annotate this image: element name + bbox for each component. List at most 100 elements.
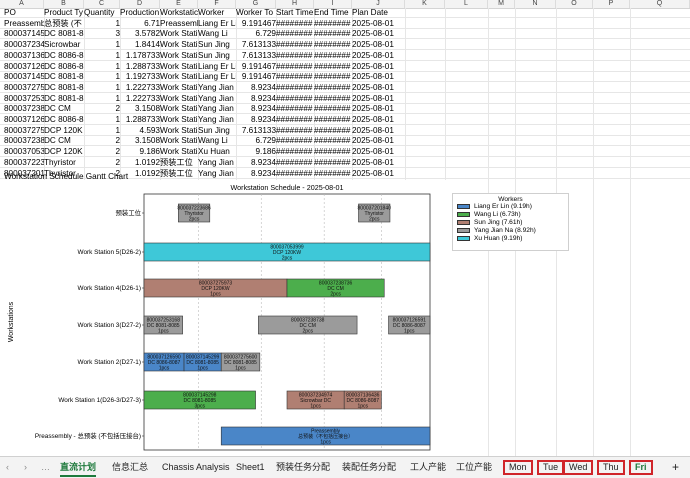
data-cell[interactable]: 2025-08-01 [352, 72, 404, 82]
next-sheet-icon[interactable]: › [24, 460, 27, 475]
data-cell[interactable]: 800037275 [4, 126, 44, 136]
data-cell[interactable]: 1.222733 [120, 83, 160, 93]
data-cell[interactable]: DCP 120K [44, 126, 84, 136]
column-header-i[interactable]: I [314, 0, 352, 8]
data-cell[interactable]: ######## [314, 158, 352, 168]
data-cell[interactable]: 2025-08-01 [352, 94, 404, 104]
column-header-p[interactable]: P [593, 0, 630, 8]
data-cell[interactable]: ######## [314, 40, 352, 50]
data-cell[interactable]: 2025-08-01 [352, 19, 404, 29]
data-cell[interactable]: DC 8086-8 [44, 115, 84, 125]
data-cell[interactable]: Wang Li [198, 136, 236, 146]
data-cell[interactable]: 8.9234 [236, 115, 276, 125]
data-cell[interactable]: 1.192733 [120, 72, 160, 82]
data-cell[interactable]: 2025-08-01 [352, 104, 404, 114]
data-cell[interactable]: DC 8081-8 [44, 83, 84, 93]
column-header-m[interactable]: M [488, 0, 515, 8]
sheet-tab[interactable]: Chassis Analysis [162, 460, 230, 475]
data-cell[interactable]: Sicrowbar [44, 40, 84, 50]
data-cell[interactable]: ######## [276, 104, 314, 114]
sheet-tab[interactable]: 预装任务分配 [276, 460, 330, 475]
data-cell[interactable]: 2025-08-01 [352, 126, 404, 136]
data-cell[interactable]: 6.71 [120, 19, 160, 29]
data-cell[interactable]: Yang Jian [198, 83, 236, 93]
header-cell[interactable]: Worker [198, 8, 236, 18]
data-cell[interactable]: ######## [276, 169, 314, 179]
header-cell[interactable]: Plan Date [352, 8, 404, 18]
data-cell[interactable]: 9.191467 [236, 19, 276, 29]
sheet-tab[interactable]: Tue [537, 460, 565, 475]
data-cell[interactable]: ######## [276, 19, 314, 29]
header-cell[interactable]: Production [120, 8, 160, 18]
sheet-tab[interactable]: 装配任务分配 [342, 460, 396, 475]
data-cell[interactable]: ######## [314, 62, 352, 72]
column-header-b[interactable]: B [44, 0, 84, 8]
header-cell[interactable]: End Time [314, 8, 352, 18]
data-cell[interactable]: 1 [84, 83, 120, 93]
data-cell[interactable]: 6.729 [236, 29, 277, 39]
data-cell[interactable]: 3.1508 [120, 136, 160, 146]
sheet-tab[interactable]: Thu [597, 460, 625, 475]
header-cell[interactable]: Workstatic [160, 8, 198, 18]
data-cell[interactable]: ######## [314, 29, 352, 39]
column-header-q[interactable]: Q [630, 0, 690, 8]
data-cell[interactable]: Work Stati [160, 40, 198, 50]
data-cell[interactable]: 8.9234 [236, 94, 276, 104]
data-cell[interactable]: 800037145 [4, 72, 44, 82]
data-cell[interactable]: 1 [84, 19, 120, 29]
data-cell[interactable]: 1.178733 [120, 51, 160, 61]
data-cell[interactable]: ######## [314, 83, 352, 93]
data-cell[interactable]: ######## [314, 136, 352, 146]
data-cell[interactable]: Wang Li [198, 29, 236, 39]
data-cell[interactable]: Sun Jing [198, 51, 236, 61]
data-cell[interactable]: DC 8086-8 [44, 51, 84, 61]
data-cell[interactable]: 8.9234 [236, 104, 276, 114]
data-cell[interactable]: 2 [84, 104, 120, 114]
data-cell[interactable]: ######## [276, 29, 314, 39]
data-cell[interactable]: ######## [276, 62, 314, 72]
column-header-j[interactable]: J [352, 0, 405, 8]
data-cell[interactable]: 9.191467 [236, 62, 276, 72]
data-cell[interactable]: ######## [314, 126, 352, 136]
data-cell[interactable]: 2025-08-01 [352, 83, 404, 93]
data-cell[interactable]: ######## [314, 51, 352, 61]
data-cell[interactable]: 3 [84, 29, 120, 39]
data-cell[interactable]: Preassemb [160, 19, 198, 29]
more-sheets-icon[interactable]: … [41, 460, 50, 475]
data-cell[interactable]: Work Stati [160, 83, 198, 93]
data-cell[interactable]: 9.186 [120, 147, 161, 157]
data-cell[interactable]: 7.613133 [236, 51, 276, 61]
data-cell[interactable]: Preassemb [4, 19, 44, 29]
data-cell[interactable]: ######## [276, 126, 314, 136]
data-cell[interactable]: 800037238 [4, 136, 44, 146]
sheet-tab[interactable]: 工人产能 [410, 460, 446, 475]
data-cell[interactable]: 8.9234 [236, 83, 276, 93]
data-cell[interactable]: ######## [314, 104, 352, 114]
sheet-tab[interactable]: 工位产能 [456, 460, 492, 475]
data-cell[interactable]: DC 8086-8 [44, 62, 84, 72]
data-cell[interactable]: 3.5782 [120, 29, 160, 39]
sheet-tab[interactable]: Fri [629, 460, 653, 475]
data-cell[interactable]: 9.186 [236, 147, 277, 157]
column-header-a[interactable]: A [0, 0, 44, 8]
data-cell[interactable]: 1 [84, 62, 120, 72]
data-cell[interactable]: DC 8081-8 [44, 29, 84, 39]
data-cell[interactable]: Liang Er Li [198, 72, 236, 82]
data-cell[interactable]: 2025-08-01 [352, 115, 404, 125]
data-cell[interactable]: 1 [84, 51, 120, 61]
data-cell[interactable]: 2025-08-01 [352, 147, 404, 157]
data-cell[interactable]: Work Stati [160, 147, 198, 157]
data-cell[interactable]: DC CM [44, 104, 84, 114]
data-cell[interactable]: 800037234 [4, 40, 44, 50]
sheet-tab[interactable]: 信息汇总 [112, 460, 148, 475]
data-cell[interactable]: Sun Jing [198, 40, 236, 50]
data-cell[interactable]: ######## [276, 136, 314, 146]
column-header-o[interactable]: O [556, 0, 593, 8]
data-cell[interactable]: ######## [276, 115, 314, 125]
sheet-tab[interactable]: Wed [563, 460, 594, 475]
data-cell[interactable]: 800037126 [4, 62, 44, 72]
data-cell[interactable]: 1 [84, 126, 120, 136]
data-cell[interactable]: DC 8081-8 [44, 94, 84, 104]
data-cell[interactable]: 2 [84, 136, 120, 146]
data-cell[interactable]: DCP 120K [44, 147, 84, 157]
